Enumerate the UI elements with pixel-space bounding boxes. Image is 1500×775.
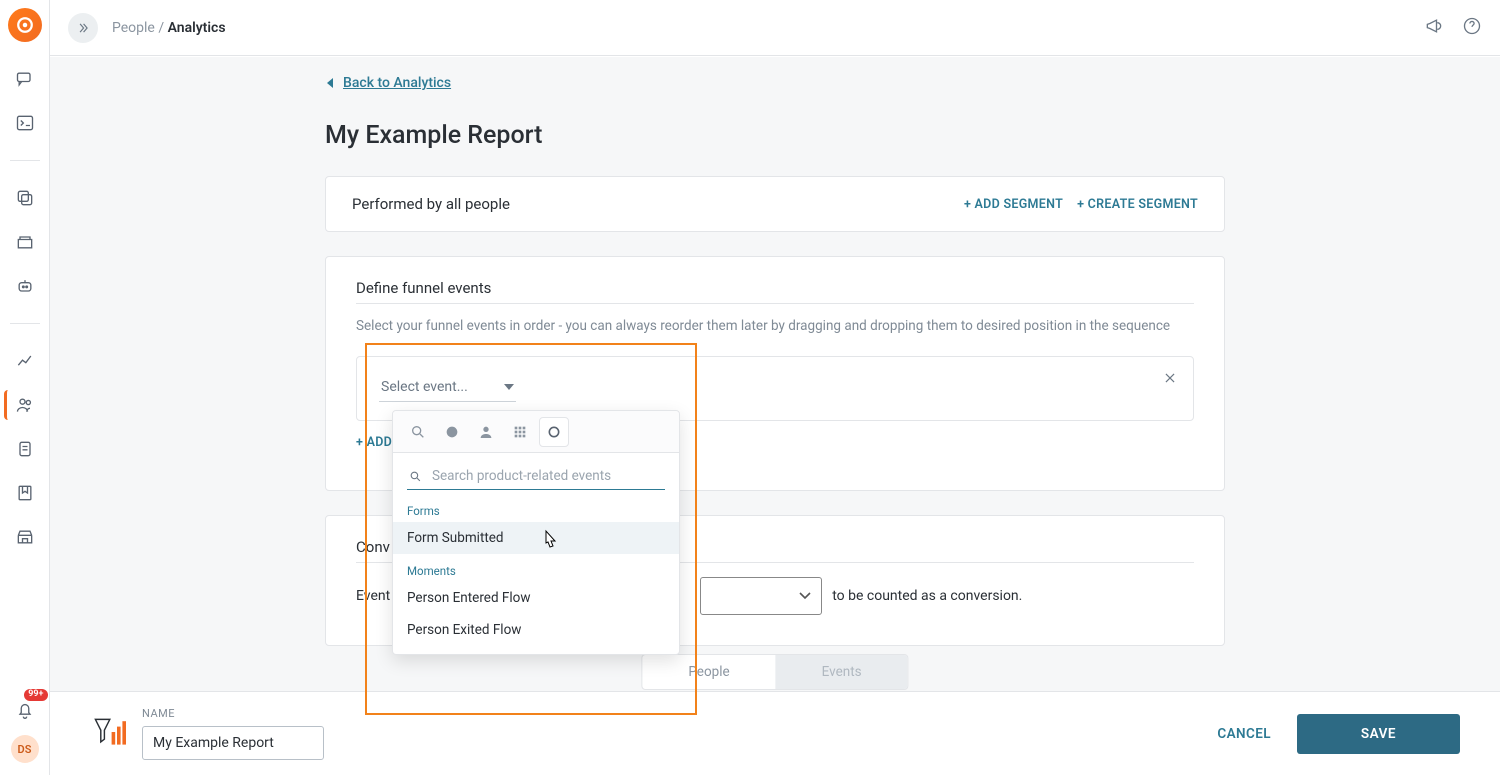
nav-terminal-icon[interactable] (6, 108, 44, 138)
breadcrumb: People / Analytics (112, 20, 226, 36)
chevron-down-icon (799, 592, 811, 600)
breadcrumb-parent[interactable]: People (112, 20, 155, 36)
announce-icon[interactable] (1424, 16, 1444, 40)
tab-events[interactable]: Events (776, 655, 908, 689)
cancel-button[interactable]: CANCEL (1217, 726, 1271, 742)
page-footer: NAME CANCEL SAVE (50, 691, 1500, 775)
event-tab-apps-icon[interactable] (505, 417, 535, 447)
nav-analytics-icon[interactable] (6, 346, 44, 376)
event-search (407, 463, 665, 490)
nav-bot-icon[interactable] (6, 271, 44, 301)
create-segment-link[interactable]: + CREATE SEGMENT (1077, 197, 1198, 212)
conversion-suffix: to be counted as a conversion. (832, 588, 1022, 604)
nav-box-icon[interactable] (6, 227, 44, 257)
rail-divider (10, 160, 40, 161)
event-tab-product-icon[interactable] (539, 417, 569, 447)
event-group-moments: Moments (393, 554, 679, 582)
tab-people[interactable]: People (642, 655, 775, 689)
event-item-form-submitted[interactable]: Form Submitted (393, 522, 679, 554)
event-item-person-entered-flow[interactable]: Person Entered Flow (393, 582, 679, 614)
name-label: NAME (142, 707, 324, 720)
breadcrumb-current: Analytics (168, 20, 226, 36)
rail-divider (10, 323, 40, 324)
nav-doc-icon[interactable] (6, 434, 44, 464)
event-tab-search-icon[interactable] (403, 417, 433, 447)
conversion-prefix: Event (356, 588, 390, 604)
view-toggle: People Events (641, 654, 908, 690)
performed-text: Performed by all people (352, 195, 510, 213)
main-canvas: Back to Analytics My Example Report Perf… (50, 57, 1500, 691)
sidebar-toggle[interactable] (68, 13, 98, 43)
notifications-icon[interactable]: 99+ (6, 695, 44, 725)
conversion-window-select[interactable] (700, 577, 822, 615)
page-header: People / Analytics (50, 0, 1500, 56)
funnel-report-icon (90, 714, 126, 754)
nav-layers-icon[interactable] (6, 183, 44, 213)
caret-down-icon (504, 384, 514, 390)
remove-event-icon[interactable] (1163, 371, 1177, 389)
event-search-input[interactable] (430, 467, 663, 485)
add-segment-link[interactable]: + ADD SEGMENT (964, 197, 1063, 212)
help-icon[interactable] (1462, 16, 1482, 40)
user-avatar[interactable]: DS (11, 735, 39, 763)
back-to-analytics-link[interactable]: Back to Analytics (325, 75, 451, 91)
search-icon (409, 470, 422, 483)
event-category-tabs (393, 411, 679, 453)
event-tab-person-icon[interactable] (471, 417, 501, 447)
funnel-section-title: Define funnel events (356, 279, 1194, 297)
nav-people-icon[interactable] (4, 390, 42, 420)
event-selector-popover: Forms Form Submitted Moments Person Ente… (392, 410, 680, 655)
event-item-person-exited-flow[interactable]: Person Exited Flow (393, 614, 679, 646)
event-group-forms: Forms (393, 494, 679, 522)
notification-badge: 99+ (24, 689, 47, 701)
report-name-input[interactable] (142, 726, 324, 760)
divider (356, 303, 1194, 304)
funnel-description: Select your funnel events in order - you… (356, 318, 1194, 334)
nav-bookmark-icon[interactable] (6, 478, 44, 508)
save-button[interactable]: SAVE (1297, 714, 1460, 754)
performed-card: Performed by all people + ADD SEGMENT + … (325, 176, 1225, 232)
event-tab-globe-icon[interactable] (437, 417, 467, 447)
report-title: My Example Report (325, 121, 1225, 150)
nav-store-icon[interactable] (6, 522, 44, 552)
app-logo[interactable] (8, 8, 42, 42)
select-event-dropdown[interactable]: Select event... (379, 375, 516, 402)
nav-conversations-icon[interactable] (6, 64, 44, 94)
left-nav-rail: 99+ DS (0, 0, 50, 775)
